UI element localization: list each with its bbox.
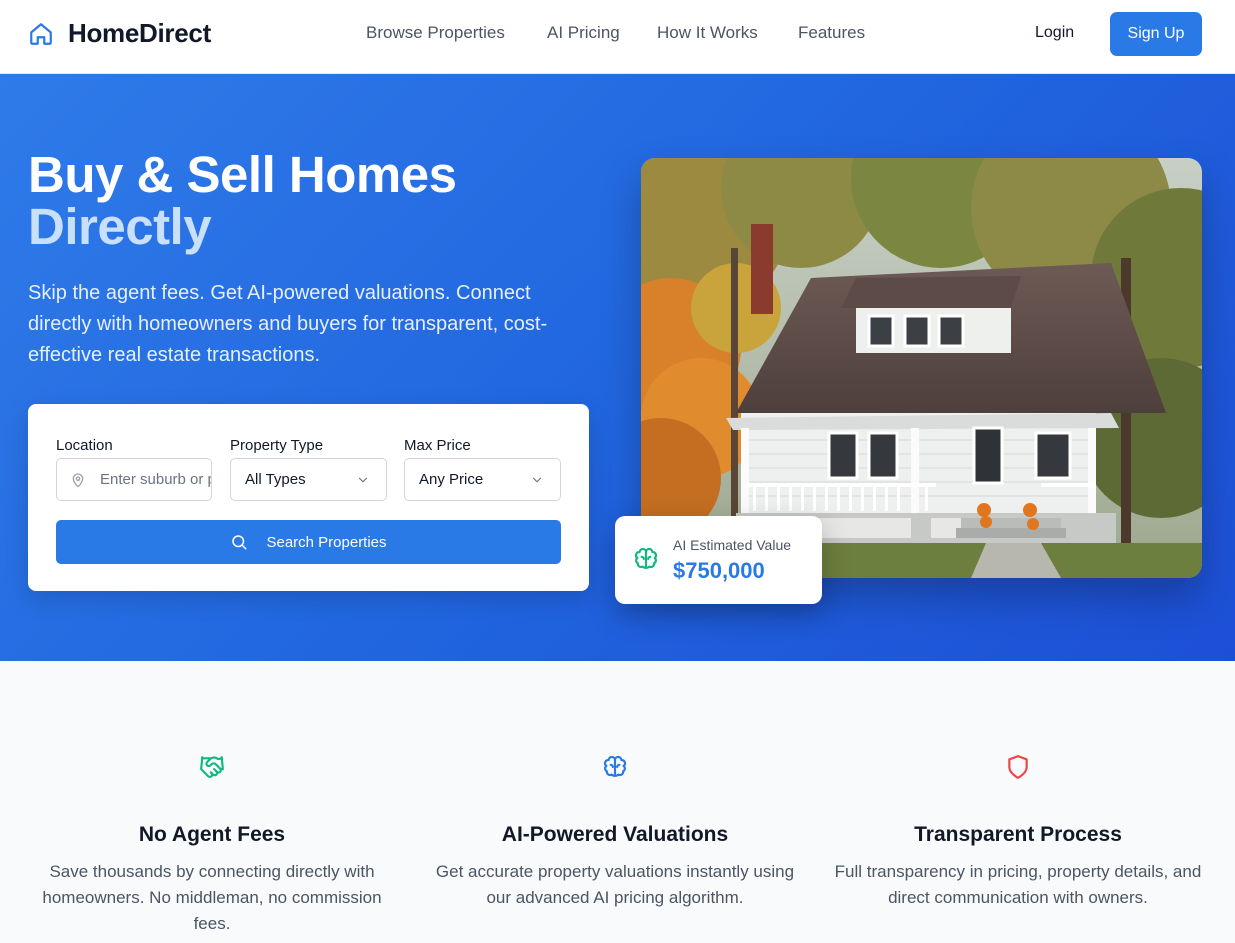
search-icon: [232, 535, 247, 550]
feature-title: No Agent Fees: [138, 823, 286, 846]
hero-title-accent: Directly: [28, 198, 212, 255]
location-label: Location: [56, 437, 113, 454]
feature-title: AI-Powered Valuations: [501, 823, 729, 846]
shield-icon: [1008, 755, 1028, 779]
hero-section: Buy & Sell Homes Directly Skip the agent…: [0, 74, 1235, 661]
property-type-value: All Types: [245, 471, 306, 488]
nav-features[interactable]: Features: [798, 22, 865, 44]
feature-title: Transparent Process: [914, 823, 1122, 846]
feature-text: Save thousands by connecting directly wi…: [42, 862, 382, 933]
house-illustration: [641, 158, 1202, 578]
site-header: HomeDirect Browse Properties AI Pricing …: [0, 0, 1235, 74]
brand-name: HomeDirect: [68, 18, 211, 48]
feature-text: Get accurate property valuations instant…: [435, 862, 795, 907]
search-button-label: Search Properties: [266, 533, 387, 551]
max-price-label: Max Price: [404, 437, 471, 454]
valuation-label: AI Estimated Value: [673, 537, 792, 553]
hero-subtitle: Skip the agent fees. Get AI-powered valu…: [28, 282, 548, 366]
property-type-label: Property Type: [230, 437, 324, 454]
valuation-value: $750,000: [673, 558, 765, 583]
hero-title-line1: Buy & Sell Homes: [28, 146, 457, 203]
signup-button[interactable]: Sign Up: [1110, 12, 1202, 56]
nav-browse-properties[interactable]: Browse Properties: [366, 22, 505, 44]
brain-icon: [634, 547, 658, 569]
nav-how-it-works[interactable]: How It Works: [657, 22, 758, 44]
home-icon: [30, 22, 52, 45]
search-properties-button[interactable]: Search Properties: [56, 520, 561, 564]
brand-logo[interactable]: HomeDirect: [28, 18, 211, 49]
chevron-down-icon: [532, 477, 542, 483]
max-price-select[interactable]: Any Price: [404, 458, 561, 501]
chevron-down-icon: [358, 477, 368, 483]
hero-title: Buy & Sell Homes Directly: [28, 146, 457, 255]
ai-valuation-card: AI Estimated Value $750,000: [615, 516, 822, 604]
search-card: Location Property Type All Types Max Pri…: [28, 404, 589, 591]
login-link[interactable]: Login: [1035, 24, 1074, 42]
features-section: No Agent Fees Save thousands by connecti…: [0, 661, 1235, 943]
property-type-select[interactable]: All Types: [230, 458, 387, 501]
nav-ai-pricing[interactable]: AI Pricing: [547, 22, 620, 44]
feature-text: Full transparency in pricing, property d…: [834, 862, 1202, 907]
handshake-icon: [200, 756, 224, 778]
location-input[interactable]: [100, 471, 211, 488]
brain-icon: [603, 755, 627, 777]
house-photo: [641, 158, 1202, 578]
map-pin-icon: [72, 472, 84, 487]
max-price-value: Any Price: [419, 471, 484, 488]
location-field[interactable]: [56, 458, 212, 501]
